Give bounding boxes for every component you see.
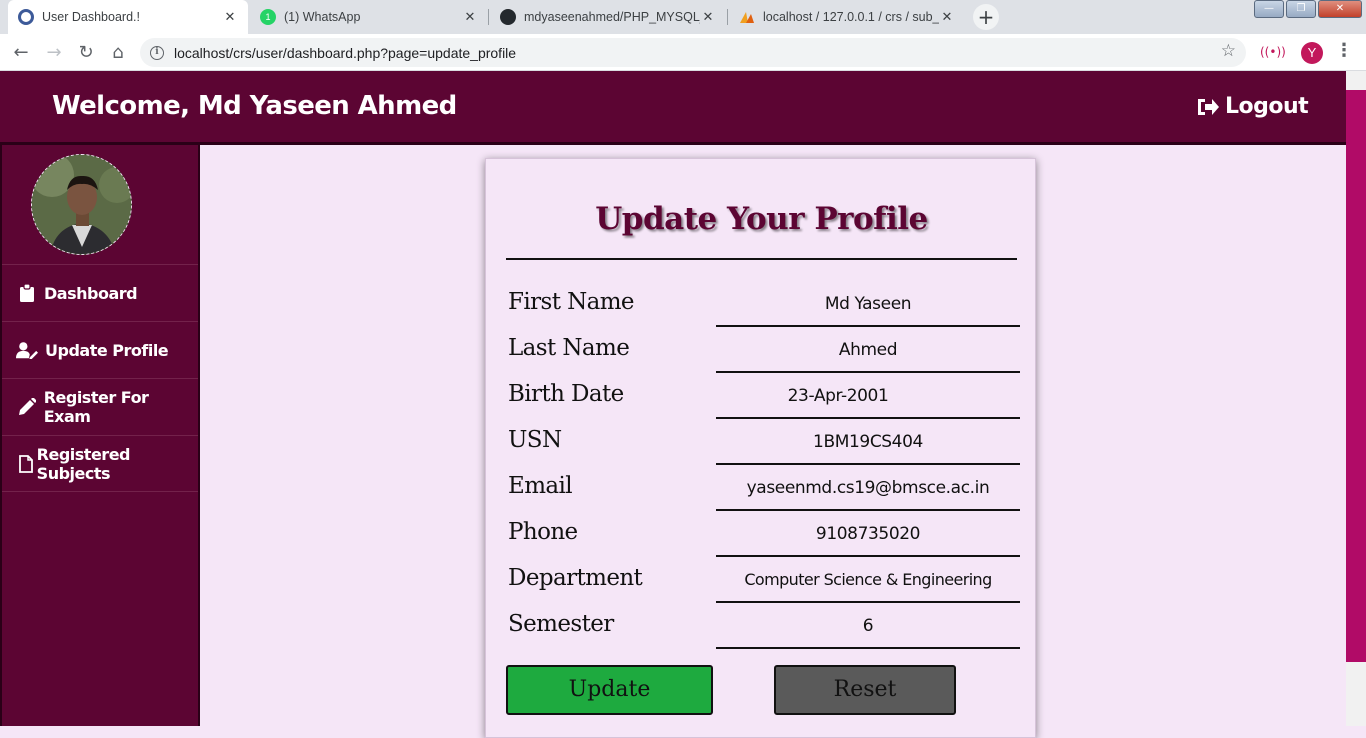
usn-input[interactable]: 1BM19CS404 (716, 427, 1020, 465)
field-usn: USN 1BM19CS404 (508, 427, 1020, 473)
update-button[interactable]: Update (506, 665, 713, 715)
field-label: Last Name (508, 335, 630, 361)
url-text: localhost/crs/user/dashboard.php?page=up… (174, 44, 517, 61)
phone-input[interactable]: 9108735020 (716, 519, 1020, 557)
chrome-globe-icon (18, 9, 34, 25)
update-profile-form: Update Your Profile First Name Md Yaseen… (485, 158, 1036, 738)
app-header: Welcome, Md Yaseen Ahmed Logout (0, 71, 1346, 145)
whatsapp-icon: 1 (260, 9, 276, 25)
field-label: First Name (508, 289, 635, 315)
field-label: Department (508, 565, 643, 591)
sidebar-item-update-profile[interactable]: Update Profile (2, 321, 198, 378)
tab-user-dashboard[interactable]: User Dashboard.! ✕ (8, 0, 248, 34)
browser-tab-strip: User Dashboard.! ✕ 1 (1) WhatsApp ✕ mdya… (0, 0, 1366, 34)
first-name-input[interactable]: Md Yaseen (716, 289, 1020, 327)
form-title: Update Your Profile (595, 201, 928, 237)
last-name-input[interactable]: Ahmed (716, 335, 1020, 373)
field-label: Email (508, 473, 573, 499)
tab-title: mdyaseenahmed/PHP_MYSQL_E (524, 10, 700, 24)
field-first-name: First Name Md Yaseen (508, 289, 1020, 335)
maximize-button[interactable]: ❐ (1286, 0, 1316, 18)
close-icon[interactable]: ✕ (700, 9, 716, 25)
field-last-name: Last Name Ahmed (508, 335, 1020, 381)
tab-title: User Dashboard.! (42, 10, 140, 24)
tab-title: (1) WhatsApp (284, 10, 361, 24)
logout-link[interactable]: Logout (1196, 94, 1309, 119)
birth-date-input[interactable]: 23-Apr-2001 (716, 381, 1020, 419)
field-phone: Phone 9108735020 (508, 519, 1020, 565)
sidebar-item-label: Dashboard (44, 283, 138, 303)
window-close-button[interactable]: ✕ (1318, 0, 1362, 18)
sidebar-item-register-for-exam[interactable]: Register For Exam (2, 378, 198, 435)
logout-label: Logout (1225, 94, 1309, 119)
email-input[interactable]: yaseenmd.cs19@bmsce.ac.in (716, 473, 1020, 511)
sidebar-item-label: Register For Exam (43, 388, 149, 426)
profile-photo (31, 154, 132, 255)
browser-toolbar: ← → ↻ ⌂ i localhost/crs/user/dashboard.p… (0, 34, 1366, 71)
field-label: Phone (508, 519, 578, 545)
sidebar-item-label: Registered Subjects (36, 444, 131, 483)
sign-out-icon (1198, 98, 1219, 115)
field-semester: Semester 6 (508, 611, 1020, 657)
new-tab-button[interactable]: + (973, 4, 999, 30)
profile-avatar[interactable]: Y (1301, 42, 1323, 64)
forward-arrow-icon[interactable]: → (42, 41, 66, 65)
minimize-button[interactable]: — (1254, 0, 1284, 18)
field-department: Department Computer Science & Engineerin… (508, 565, 1020, 611)
reload-icon[interactable]: ↻ (74, 41, 98, 65)
department-input[interactable]: Computer Science & Engineering (716, 565, 1020, 603)
pencil-icon (16, 398, 38, 416)
tab-github[interactable]: mdyaseenahmed/PHP_MYSQL_E ✕ (490, 0, 726, 34)
field-label: Birth Date (508, 381, 624, 407)
info-icon[interactable]: i (150, 45, 164, 60)
title-divider (506, 258, 1017, 260)
address-bar[interactable]: i localhost/crs/user/dashboard.php?page=… (140, 38, 1246, 67)
menu-kebab-icon[interactable]: ⋮ (1335, 40, 1353, 61)
home-icon[interactable]: ⌂ (106, 41, 130, 65)
sidebar-item-label: Update Profile (45, 340, 169, 360)
user-edit-icon (16, 341, 38, 359)
bookmark-star-icon[interactable]: ☆ (1221, 41, 1236, 61)
reset-button[interactable]: Reset (774, 665, 956, 715)
profile-photo-image (32, 155, 131, 254)
close-icon[interactable]: ✕ (462, 9, 478, 25)
clipboard-icon (16, 284, 38, 302)
phpmyadmin-icon (739, 9, 755, 25)
file-icon (16, 454, 37, 473)
field-email: Email yaseenmd.cs19@bmsce.ac.in (508, 473, 1020, 519)
sidebar-item-registered-subjects[interactable]: Registered Subjects (2, 435, 198, 492)
semester-input[interactable]: 6 (716, 611, 1020, 649)
close-icon[interactable]: ✕ (222, 9, 238, 25)
tab-title: localhost / 127.0.0.1 / crs / sub_r (763, 10, 939, 24)
sidebar: Dashboard Update Profile Register For Ex… (0, 145, 200, 726)
field-birth-date: Birth Date 23-Apr-2001 (508, 381, 1020, 427)
back-arrow-icon[interactable]: ← (9, 41, 33, 65)
tab-whatsapp[interactable]: 1 (1) WhatsApp ✕ (250, 0, 488, 34)
field-label: Semester (508, 611, 614, 637)
window-controls: — ❐ ✕ (1254, 0, 1362, 18)
page-scrollbar-thumb[interactable] (1346, 90, 1366, 662)
field-label: USN (508, 427, 562, 453)
github-icon (500, 9, 516, 25)
cast-icon[interactable]: ((•)) (1260, 45, 1286, 59)
tab-phpmyadmin[interactable]: localhost / 127.0.0.1 / crs / sub_r ✕ (729, 0, 965, 34)
close-icon[interactable]: ✕ (939, 9, 955, 25)
sidebar-item-dashboard[interactable]: Dashboard (2, 264, 198, 321)
welcome-heading: Welcome, Md Yaseen Ahmed (52, 91, 457, 121)
